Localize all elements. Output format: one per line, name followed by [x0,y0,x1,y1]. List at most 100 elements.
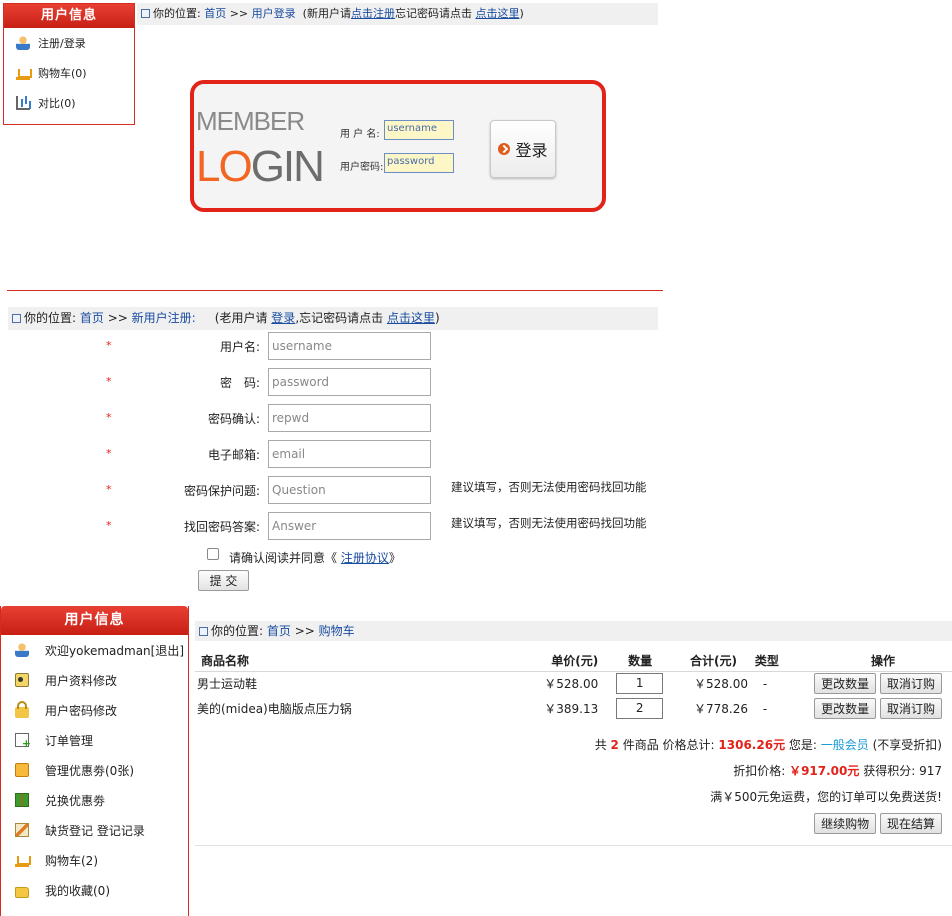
login-button[interactable]: 登录 [490,120,556,178]
cart-icon [16,66,32,80]
sidebar-title: 用户信息 [1,606,188,635]
sidebar-item-login[interactable]: 注册/登录 [4,28,134,58]
required-mark: * [106,519,112,532]
security-question-label: 密码保护问题: [183,484,260,498]
sidebar-item-label: 购物车(0) [38,67,87,80]
quantity-input[interactable]: 2 [616,698,664,719]
sidebar-item-label: 我的收藏(0) [45,883,110,898]
cart-icon [15,853,31,867]
cancel-order-button[interactable]: 取消订购 [879,698,942,719]
breadcrumb-separator: >> [107,311,128,325]
login-panel: MEMBER LOGIN 用 户 名: username 用户密码: passw… [190,80,606,212]
submit-button[interactable]: 提 交 [198,570,249,591]
column-header: 操作 [814,650,952,672]
email-input[interactable]: email [268,440,431,468]
breadcrumb-current[interactable]: 购物车 [319,624,355,638]
section-divider [7,290,663,291]
table-row: 男士运动鞋 ￥528.00 1 ￥528.00 - 更改数量 取消订购 [195,671,952,696]
sidebar-title: 用户信息 [4,4,134,28]
username-label: 用 户 名: [340,129,380,140]
coupon-icon [15,763,29,777]
password-label: 用户密码: [340,162,384,173]
breadcrumb-current[interactable]: 用户登录 [252,7,296,20]
summary-text: (不享受折扣) [872,738,942,752]
login-button-label: 登录 [515,141,548,160]
breadcrumb-note: 忘记密码请点击 [394,7,472,20]
breadcrumb-prefix: 你的位置: [153,7,201,20]
sidebar-item-coupons[interactable]: 管理优惠劵(0张) [1,755,188,785]
sidebar-item-label: 管理优惠劵(0张) [45,763,134,778]
sidebar-item-welcome[interactable]: 欢迎yokemadman[退出] [1,635,188,665]
sidebar-item-password[interactable]: 用户密码修改 [1,695,188,725]
product-type: - [762,701,768,716]
username-input[interactable]: username [384,120,454,140]
location-icon [141,9,150,18]
agreement-link[interactable]: 注册协议 [341,551,389,565]
continue-shopping-button[interactable]: 继续购物 [814,813,877,834]
sidebar-item-redeem[interactable]: 兑换优惠劵 [1,785,188,815]
breadcrumb-home-link[interactable]: 首页 [267,624,291,638]
product-type: - [762,676,768,691]
required-mark: * [106,411,112,424]
breadcrumb-home-link[interactable]: 首页 [204,7,226,20]
required-mark: * [106,375,112,388]
breadcrumb-note: (老用户请 [214,311,268,325]
sidebar-item-stockout[interactable]: 缺货登记 登记记录 [1,815,188,845]
column-header: 合计(元) [679,650,755,672]
security-answer-input[interactable]: Answer [268,512,431,540]
sidebar-item-orders[interactable]: 订单管理 [1,725,188,755]
password-input[interactable]: password [384,153,454,173]
sidebar-item-cart[interactable]: 购物车(2) [1,845,188,875]
breadcrumb-note: ) [519,7,524,20]
product-name: 男士运动鞋 [197,677,258,692]
member-level: 一般会员 [820,738,869,752]
password-label: 密 码: [219,376,260,390]
security-question-input[interactable]: Question [268,476,431,504]
register-link[interactable]: 点击注册 [351,7,395,20]
update-quantity-button[interactable]: 更改数量 [814,698,877,719]
sidebar-item-favorites[interactable]: 我的收藏(0) [1,875,188,905]
agree-label: 请确认阅读并同意《 注册协议》 [229,549,401,566]
sidebar-item-label: 缺货登记 登记记录 [45,823,145,838]
username-label: 用户名: [219,340,260,354]
breadcrumb-home-link[interactable]: 首页 [80,311,104,325]
lock-icon [15,700,29,718]
update-quantity-button[interactable]: 更改数量 [814,673,877,695]
password-input[interactable]: password [268,368,431,396]
column-header: 数量 [600,650,680,672]
sidebar-item-profile[interactable]: 用户资料修改 [1,665,188,695]
sidebar-item-compare[interactable]: 对比(0) [4,88,134,118]
column-header: 单价(元) [515,650,601,672]
sidebar-item-label: 订单管理 [45,733,94,748]
breadcrumb: 你的位置: 首页 >> 购物车 [195,621,952,641]
summary-text: 共 [594,738,607,752]
location-icon [199,627,208,636]
points-value: 917 [919,764,942,778]
login-logo-lo: LO [196,142,253,191]
sidebar-item-cart[interactable]: 购物车(0) [4,58,134,88]
table-row: 美的(midea)电脑版点压力锅 ￥389.13 2 ￥778.26 - 更改数… [195,696,952,721]
agree-checkbox[interactable] [207,548,219,560]
password-confirm-label: 密码确认: [207,412,260,426]
cancel-order-button[interactable]: 取消订购 [879,673,942,695]
checkout-button[interactable]: 现在结算 [879,813,942,834]
username-input[interactable]: username [268,332,431,360]
discount-summary: 折扣价格: ￥917.00元 获得积分: 917 [733,762,942,779]
product-name: 美的(midea)电脑版点压力锅 [197,702,352,716]
summary-text: 件商品 价格总计: [622,738,715,752]
required-mark: * [106,339,112,352]
recover-password-link[interactable]: 点击这里 [387,311,435,325]
required-mark: * [106,447,112,460]
cart-actions: 继续购物 现在结算 [814,813,942,834]
quantity-input[interactable]: 1 [616,673,664,695]
gift-icon [15,793,29,807]
column-header: 类型 [754,650,815,672]
breadcrumb-note: (新用户请 [302,7,351,20]
field-hint: 建议填写，否则无法使用密码找回功能 [451,516,647,530]
user-icon [16,36,30,50]
breadcrumb-current[interactable]: 新用户注册: [132,311,196,325]
password-confirm-input[interactable]: repwd [268,404,431,432]
recover-password-link[interactable]: 点击这里 [475,7,519,20]
login-link[interactable]: 登录 [271,311,295,325]
discount-label: 折扣价格: [733,764,786,778]
